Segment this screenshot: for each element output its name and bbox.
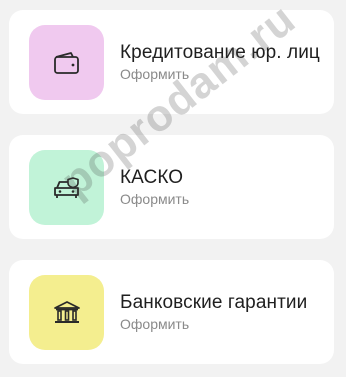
card-title: Банковские гарантии xyxy=(120,292,308,313)
card-action-link[interactable]: Оформить xyxy=(120,315,322,333)
card-action-link[interactable]: Оформить xyxy=(120,65,322,83)
product-card-bank-guarantees[interactable]: Банковские гарантии Оформить xyxy=(9,260,334,364)
card-text: Банковские гарантии Оформить xyxy=(120,260,322,364)
car-shield-icon xyxy=(53,176,79,198)
bank-icon xyxy=(53,300,80,323)
card-text: Кредитование юр. лиц Оформить xyxy=(120,10,322,114)
car-shield-icon-tile xyxy=(29,150,104,225)
product-card-corporate-loan[interactable]: Кредитование юр. лиц Оформить xyxy=(9,10,334,114)
bank-icon-tile xyxy=(29,275,104,350)
wallet-icon xyxy=(53,51,79,74)
card-action-link[interactable]: Оформить xyxy=(120,190,322,208)
card-title: Кредитование юр. лиц xyxy=(120,42,320,63)
product-card-kasko[interactable]: КАСКО Оформить xyxy=(9,135,334,239)
wallet-icon-tile xyxy=(29,25,104,100)
product-list: Кредитование юр. лиц Оформить КАСКО Офор… xyxy=(9,10,334,364)
card-text: КАСКО Оформить xyxy=(120,135,322,239)
card-title: КАСКО xyxy=(120,167,184,188)
